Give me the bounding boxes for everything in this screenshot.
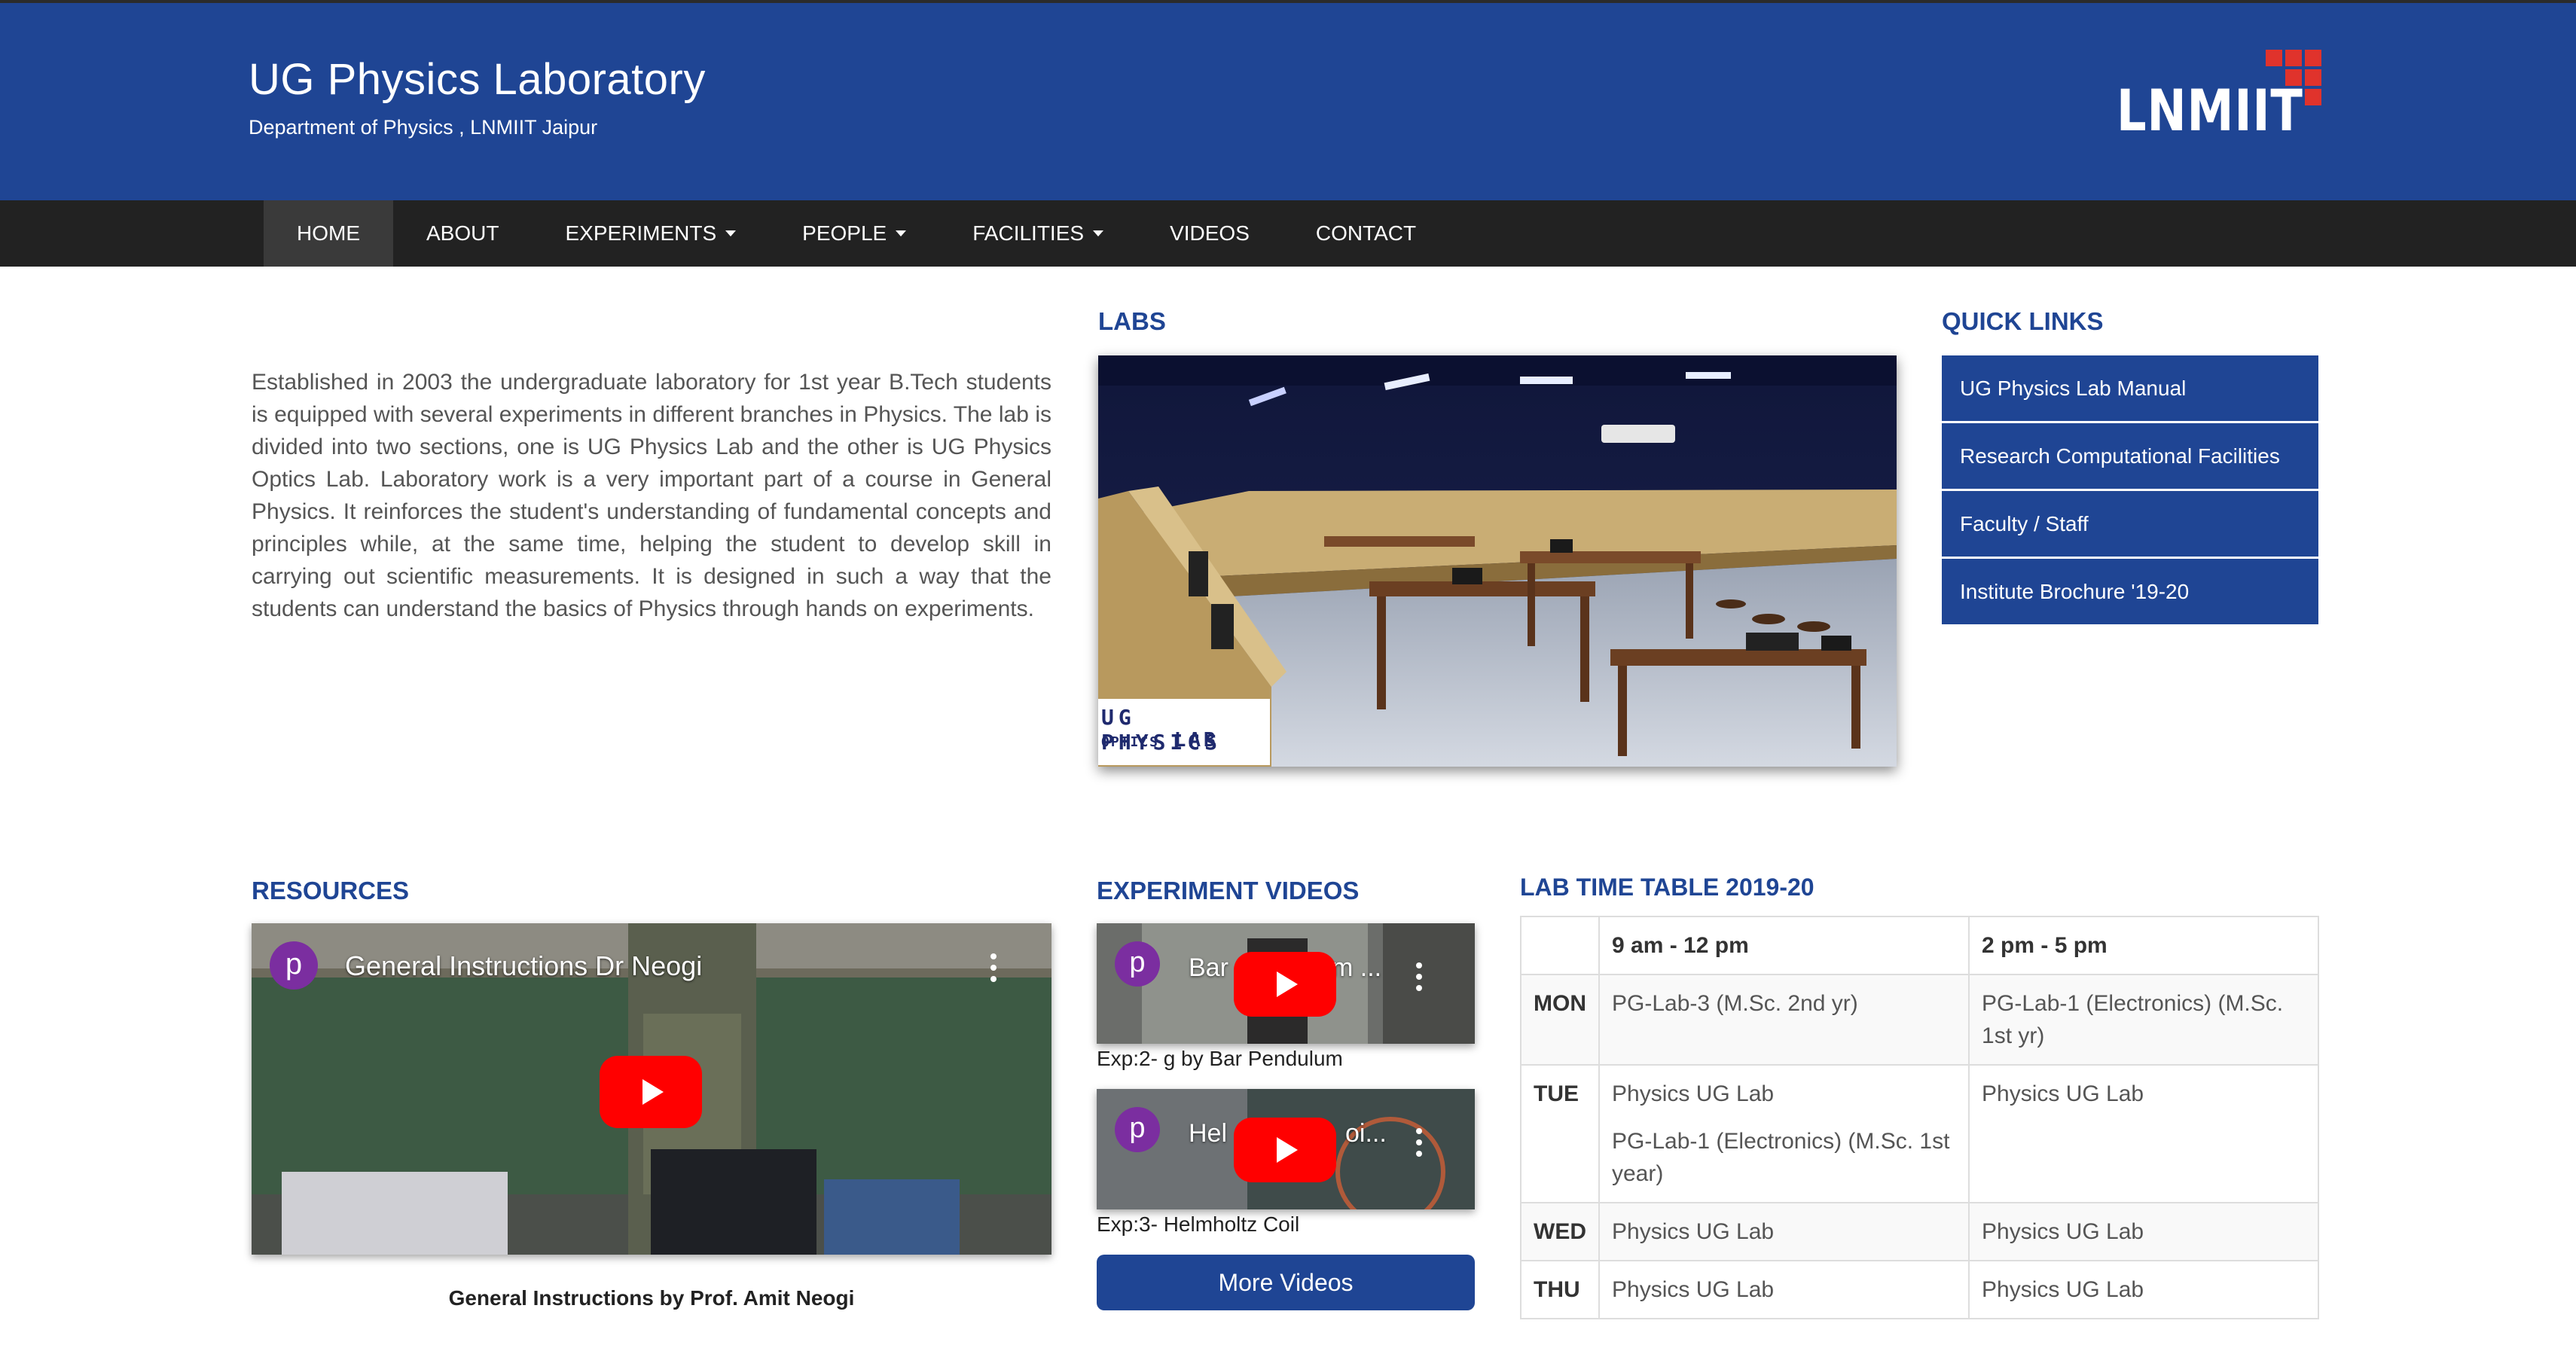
logo-square bbox=[2285, 50, 2302, 66]
slot-text: Physics UG Lab bbox=[1612, 1081, 1775, 1106]
lab-caption-lab: LAB bbox=[1174, 729, 1219, 752]
quick-links-list: UG Physics Lab Manual Research Computati… bbox=[1942, 355, 2318, 627]
slot-text: PG-Lab-1 (Electronics) (M.Sc. 1st yr) bbox=[1982, 991, 2284, 1048]
nav-item-label: PEOPLE bbox=[802, 221, 887, 245]
more-options-icon[interactable] bbox=[990, 953, 997, 987]
lab-timetable: 9 am - 12 pm 2 pm - 5 pm MON PG-Lab-3 (M… bbox=[1520, 916, 2319, 1319]
resources-video-player[interactable]: p General Instructions Dr Neogi bbox=[252, 923, 1051, 1255]
nav-item-facilities[interactable]: FACILITIES bbox=[939, 200, 1137, 267]
resources-heading: RESOURCES bbox=[252, 877, 410, 904]
table-row: MON PG-Lab-3 (M.Sc. 2nd yr) PG-Lab-1 (El… bbox=[1520, 974, 2319, 1066]
slot-text: PG-Lab-1 (Electronics) (M.Sc. 1st year) bbox=[1612, 1129, 1950, 1186]
timetable-heading: LAB TIME TABLE 2019-20 bbox=[1520, 874, 1814, 901]
video-title-start[interactable]: Bar bbox=[1189, 953, 1228, 983]
caret-down-icon bbox=[896, 230, 907, 236]
nav-item-label: HOME bbox=[297, 221, 360, 245]
video-title-end[interactable]: m ... bbox=[1332, 953, 1381, 983]
caret-down-icon bbox=[1093, 230, 1104, 236]
morning-cell: Physics UG Lab PG-Lab-1 (Electronics) (M… bbox=[1598, 1064, 1970, 1203]
lab-photo: UG PHYSICS OPTICS LAB bbox=[1098, 355, 1897, 767]
more-options-icon[interactable] bbox=[1416, 962, 1422, 996]
channel-avatar[interactable]: p bbox=[1115, 941, 1160, 987]
nav-menu: HOME ABOUT EXPERIMENTS PEOPLE FACILITIES… bbox=[264, 200, 1449, 267]
experiment-video-helmholtz-coil[interactable]: p Hel oi... bbox=[1097, 1089, 1475, 1209]
logo-square bbox=[2305, 89, 2321, 105]
logo-text: LNMIIT bbox=[2117, 77, 2303, 144]
quick-link-brochure[interactable]: Institute Brochure '19-20 bbox=[1942, 559, 2318, 624]
video-title-start[interactable]: Hel bbox=[1189, 1119, 1227, 1148]
quick-links-heading: QUICK LINKS bbox=[1942, 307, 2104, 335]
nav-item-home[interactable]: HOME bbox=[264, 200, 393, 267]
lab-caption-line2: OPTICS LAB bbox=[1101, 729, 1219, 752]
nav-item-label: ABOUT bbox=[426, 221, 499, 245]
youtube-play-button[interactable] bbox=[600, 1056, 702, 1128]
logo-square bbox=[2305, 50, 2321, 66]
logo-square bbox=[2266, 50, 2282, 66]
day-cell: THU bbox=[1520, 1260, 1600, 1319]
labs-heading: LABS bbox=[1098, 307, 1166, 335]
lab-photo-caption: UG PHYSICS OPTICS LAB bbox=[1098, 699, 1270, 765]
quick-link-faculty-staff[interactable]: Faculty / Staff bbox=[1942, 491, 2318, 557]
nav-item-label: VIDEOS bbox=[1170, 221, 1250, 245]
nav-item-people[interactable]: PEOPLE bbox=[769, 200, 939, 267]
afternoon-cell: PG-Lab-1 (Electronics) (M.Sc. 1st yr) bbox=[1968, 974, 2319, 1066]
channel-avatar[interactable]: p bbox=[1115, 1107, 1160, 1152]
slot-text: Physics UG Lab bbox=[1982, 1219, 2144, 1244]
youtube-play-button[interactable] bbox=[1234, 1118, 1336, 1182]
caret-down-icon bbox=[725, 230, 737, 236]
nav-item-contact[interactable]: CONTACT bbox=[1283, 200, 1449, 267]
intro-paragraph: Established in 2003 the undergraduate la… bbox=[252, 370, 1051, 621]
slot-text: PG-Lab-3 (M.Sc. 2nd yr) bbox=[1612, 991, 1858, 1016]
nav-item-label: EXPERIMENTS bbox=[565, 221, 717, 245]
experiment-video-caption: Exp:2- g by Bar Pendulum bbox=[1097, 1047, 1343, 1070]
site-title[interactable]: UG Physics Laboratory bbox=[249, 54, 706, 105]
afternoon-cell: Physics UG Lab bbox=[1968, 1064, 2319, 1203]
experiment-video-caption: Exp:3- Helmholtz Coil bbox=[1097, 1212, 1300, 1236]
slot-text: Physics UG Lab bbox=[1612, 1277, 1775, 1302]
morning-cell: Physics UG Lab bbox=[1598, 1202, 1970, 1261]
experiment-video-bar-pendulum[interactable]: p Bar m ... bbox=[1097, 923, 1475, 1044]
nav-item-label: CONTACT bbox=[1315, 221, 1417, 245]
slot-text: Physics UG Lab bbox=[1982, 1081, 2144, 1106]
table-row: TUE Physics UG Lab PG-Lab-1 (Electronics… bbox=[1520, 1064, 2319, 1203]
quick-link-lab-manual[interactable]: UG Physics Lab Manual bbox=[1942, 355, 2318, 421]
quick-link-computational-facilities[interactable]: Research Computational Facilities bbox=[1942, 423, 2318, 489]
day-cell: WED bbox=[1520, 1202, 1600, 1261]
experiment-videos-heading: EXPERIMENT VIDEOS bbox=[1097, 877, 1360, 904]
nav-item-experiments[interactable]: EXPERIMENTS bbox=[532, 200, 769, 267]
more-options-icon[interactable] bbox=[1416, 1128, 1422, 1162]
nav-item-label: FACILITIES bbox=[972, 221, 1085, 245]
day-cell: MON bbox=[1520, 974, 1600, 1066]
morning-cell: PG-Lab-3 (M.Sc. 2nd yr) bbox=[1598, 974, 1970, 1066]
site-header: UG Physics Laboratory Department of Phys… bbox=[0, 3, 2576, 200]
lab-caption-optics: OPTICS bbox=[1101, 734, 1160, 750]
logo-square bbox=[2305, 69, 2321, 86]
video-title-end[interactable]: oi... bbox=[1345, 1119, 1387, 1148]
table-header-cell bbox=[1520, 916, 1600, 975]
table-row: THU Physics UG Lab Physics UG Lab bbox=[1520, 1260, 2319, 1319]
table-header-row: 9 am - 12 pm 2 pm - 5 pm bbox=[1520, 916, 2319, 975]
afternoon-cell: Physics UG Lab bbox=[1968, 1260, 2319, 1319]
slot-text: Physics UG Lab bbox=[1982, 1277, 2144, 1302]
morning-cell: Physics UG Lab bbox=[1598, 1260, 1970, 1319]
table-row: WED Physics UG Lab Physics UG Lab bbox=[1520, 1202, 2319, 1261]
lnmiit-logo[interactable]: LNMIIT bbox=[2109, 42, 2335, 144]
day-cell: TUE bbox=[1520, 1064, 1600, 1203]
channel-avatar[interactable]: p bbox=[270, 941, 318, 990]
resources-video-caption: General Instructions by Prof. Amit Neogi bbox=[448, 1286, 855, 1310]
nav-item-videos[interactable]: VIDEOS bbox=[1137, 200, 1283, 267]
video-title[interactable]: General Instructions Dr Neogi bbox=[345, 950, 702, 982]
main-navbar: HOME ABOUT EXPERIMENTS PEOPLE FACILITIES… bbox=[0, 200, 2576, 267]
logo-square bbox=[2285, 69, 2302, 86]
nav-item-about[interactable]: ABOUT bbox=[393, 200, 532, 267]
youtube-play-button[interactable] bbox=[1234, 952, 1336, 1017]
site-subtitle: Department of Physics , LNMIIT Jaipur bbox=[249, 116, 598, 139]
more-videos-button[interactable]: More Videos bbox=[1097, 1255, 1475, 1310]
table-header-cell: 2 pm - 5 pm bbox=[1968, 916, 2319, 975]
table-header-cell: 9 am - 12 pm bbox=[1598, 916, 1970, 975]
afternoon-cell: Physics UG Lab bbox=[1968, 1202, 2319, 1261]
slot-text: Physics UG Lab bbox=[1612, 1219, 1775, 1244]
